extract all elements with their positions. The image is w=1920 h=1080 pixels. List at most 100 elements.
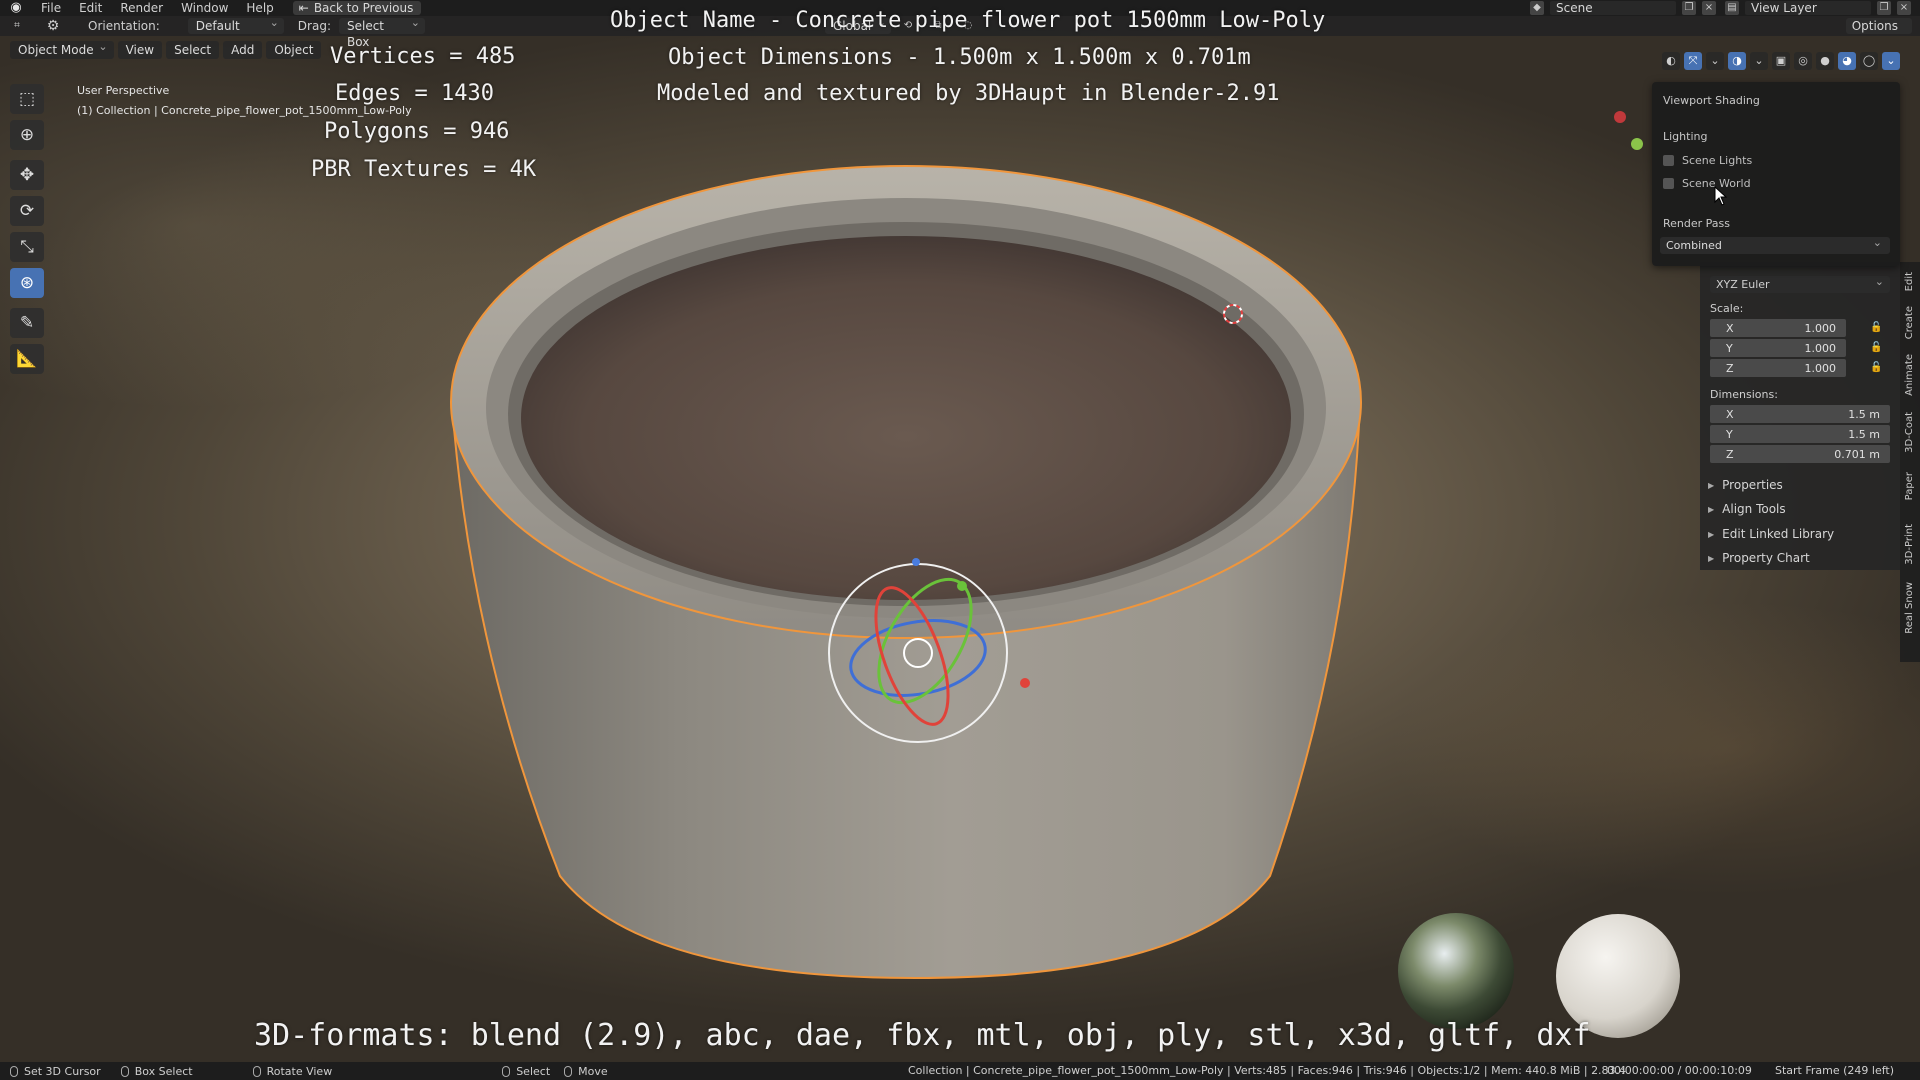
view-layer-new-icon[interactable]: ❐ xyxy=(1877,1,1891,15)
mouse-drag-icon xyxy=(564,1065,573,1077)
edit-linked-library-section[interactable]: ▶ Edit Linked Library xyxy=(1708,527,1834,541)
options-dropdown[interactable]: Options xyxy=(1845,18,1912,34)
tab-paper[interactable]: Paper xyxy=(1904,472,1915,500)
mouse-right-icon xyxy=(502,1065,511,1077)
scene-icon: ◆ xyxy=(1530,1,1544,15)
dimension-z-field[interactable]: Z 0.701 m xyxy=(1710,445,1890,463)
scale-z-value: 1.000 xyxy=(1804,361,1837,375)
blender-logo-icon[interactable]: ◉ xyxy=(8,0,24,16)
dimension-y-field[interactable]: Y 1.5 m xyxy=(1710,425,1890,443)
menu-render[interactable]: Render xyxy=(111,1,172,15)
move-tool-icon[interactable]: ✥ xyxy=(10,160,44,190)
dimensions-label: Dimensions: xyxy=(1710,388,1778,401)
mouse-pointer-icon xyxy=(1714,186,1728,206)
tab-3d-coat[interactable]: 3D-Coat xyxy=(1904,412,1915,453)
mouse-middle-icon xyxy=(252,1065,261,1077)
material-shading-icon[interactable]: ◕ xyxy=(1838,52,1856,70)
menu-edit[interactable]: Edit xyxy=(70,1,111,15)
drag-dropdown[interactable]: Select Box xyxy=(338,15,425,49)
view-layer-icon: ▤ xyxy=(1725,1,1739,15)
rotate-tool-icon[interactable]: ⟳ xyxy=(10,196,44,226)
property-chart-section-label: Property Chart xyxy=(1722,551,1810,565)
pbr-textures-stat: PBR Textures = 4K xyxy=(311,157,537,182)
gizmo-toggle-icon[interactable]: ⤧ xyxy=(1684,52,1702,70)
rotation-mode-dropdown[interactable]: XYZ Euler xyxy=(1710,273,1890,293)
scene-world-checkbox[interactable]: Scene World xyxy=(1663,177,1751,190)
lock-icon[interactable]: 🔓 xyxy=(1870,322,1882,333)
object-mode-dropdown[interactable]: Object Mode xyxy=(10,38,114,59)
status-bar: Set 3D Cursor Box Select Rotate View Sel… xyxy=(0,1062,1920,1080)
status-move: Move xyxy=(564,1065,608,1078)
expand-triangle-icon: ▶ xyxy=(1708,480,1715,490)
visibility-icon[interactable]: ◐ xyxy=(1662,52,1680,70)
viewport-shading-popover: Viewport Shading Lighting Scene Lights S… xyxy=(1652,82,1900,266)
lighting-label: Lighting xyxy=(1663,130,1708,143)
scene-new-icon[interactable]: ❐ xyxy=(1682,1,1696,15)
object-menu[interactable]: Object xyxy=(266,41,322,59)
scale-y-field[interactable]: Y 1.000 xyxy=(1710,339,1846,357)
property-chart-section[interactable]: ▶ Property Chart xyxy=(1708,551,1810,565)
overlay-dropdown-icon[interactable]: ⌄ xyxy=(1750,52,1768,70)
lock-icon[interactable]: 🔓 xyxy=(1870,342,1882,353)
scale-tool-icon[interactable]: ⤡ xyxy=(10,232,44,262)
overlay-toggle-icon[interactable]: ◑ xyxy=(1728,52,1746,70)
annotate-tool-icon[interactable]: ✎ xyxy=(10,308,44,338)
menu-help[interactable]: Help xyxy=(237,1,282,15)
viewport-shading-title: Viewport Shading xyxy=(1663,94,1760,107)
menu-window[interactable]: Window xyxy=(172,1,237,15)
properties-section[interactable]: ▶ Properties xyxy=(1708,478,1783,492)
expand-triangle-icon: ▶ xyxy=(1708,504,1715,514)
measure-tool-icon[interactable]: 📐 xyxy=(10,344,44,374)
view-menu[interactable]: View xyxy=(117,41,163,59)
solid-shading-icon[interactable]: ● xyxy=(1816,52,1834,70)
lock-icon[interactable]: 🔓 xyxy=(1870,362,1882,373)
tab-3d-print[interactable]: 3D-Print xyxy=(1904,524,1915,565)
status-set-cursor-label: Set 3D Cursor xyxy=(24,1064,101,1078)
view-layer-field[interactable]: View Layer xyxy=(1745,1,1871,15)
wireframe-shading-icon[interactable]: ◎ xyxy=(1794,52,1812,70)
render-pass-label: Render Pass xyxy=(1663,217,1730,230)
active-tool-icon[interactable]: ⚙ xyxy=(46,19,60,33)
gizmo-dropdown-icon[interactable]: ⌄ xyxy=(1706,52,1724,70)
shading-dropdown-icon[interactable]: ⌄ xyxy=(1882,52,1900,70)
view-layer-close-icon[interactable]: × xyxy=(1897,1,1911,15)
scene-lights-label: Scene Lights xyxy=(1682,154,1753,167)
orientation-label: Orientation: xyxy=(88,19,160,33)
align-tools-section-label: Align Tools xyxy=(1722,502,1786,516)
tab-animate[interactable]: Animate xyxy=(1904,354,1915,396)
formats-caption: 3D-formats: blend (2.9), abc, dae, fbx, … xyxy=(254,1018,1591,1053)
edit-linked-library-section-label: Edit Linked Library xyxy=(1722,527,1835,541)
view-layer-selector[interactable]: ▤ View Layer ❐ × xyxy=(1725,0,1911,16)
menu-file[interactable]: File xyxy=(32,1,70,15)
transform-tool-icon[interactable]: ⊛ xyxy=(10,268,44,298)
align-tools-section[interactable]: ▶ Align Tools xyxy=(1708,502,1786,516)
render-pass-dropdown[interactable]: Combined xyxy=(1660,234,1890,254)
tab-create[interactable]: Create xyxy=(1904,306,1915,339)
checkbox-icon xyxy=(1663,155,1674,166)
select-menu[interactable]: Select xyxy=(166,41,220,59)
object-render[interactable] xyxy=(0,16,1920,1062)
scale-z-field[interactable]: Z 1.000 xyxy=(1710,359,1846,377)
scene-lights-checkbox[interactable]: Scene Lights xyxy=(1663,154,1752,167)
status-select: Select xyxy=(502,1065,550,1078)
scene-close-icon[interactable]: × xyxy=(1702,1,1716,15)
tab-edit[interactable]: Edit xyxy=(1904,272,1915,291)
add-menu[interactable]: Add xyxy=(223,41,263,59)
xray-icon[interactable]: ▣ xyxy=(1772,52,1790,70)
select-box-tool-icon[interactable]: ⬚ xyxy=(10,84,44,114)
scale-x-field[interactable]: X 1.000 xyxy=(1710,319,1846,337)
back-to-previous-button[interactable]: ⇤ Back to Previous xyxy=(292,1,422,15)
orientation-dropdown[interactable]: Default xyxy=(187,15,284,34)
expand-triangle-icon: ▶ xyxy=(1708,529,1715,539)
scene-statistics: Collection | Concrete_pipe_flower_pot_15… xyxy=(908,1064,1627,1077)
vertices-stat: Vertices = 485 xyxy=(330,44,516,69)
dimension-x-field[interactable]: X 1.5 m xyxy=(1710,405,1890,423)
rendered-shading-icon[interactable]: ◯ xyxy=(1860,52,1878,70)
playback-time: 00:00:00:00 / 00:00:10:09 xyxy=(1607,1064,1752,1077)
tab-real-snow[interactable]: Real Snow xyxy=(1904,582,1915,634)
editor-type-icon[interactable]: ⌗ xyxy=(10,19,24,33)
scene-selector[interactable]: ◆ Scene ❐ × xyxy=(1530,0,1716,16)
cursor-tool-icon[interactable]: ⊕ xyxy=(10,120,44,150)
scene-field[interactable]: Scene xyxy=(1550,1,1676,15)
status-move-label: Move xyxy=(578,1064,608,1078)
